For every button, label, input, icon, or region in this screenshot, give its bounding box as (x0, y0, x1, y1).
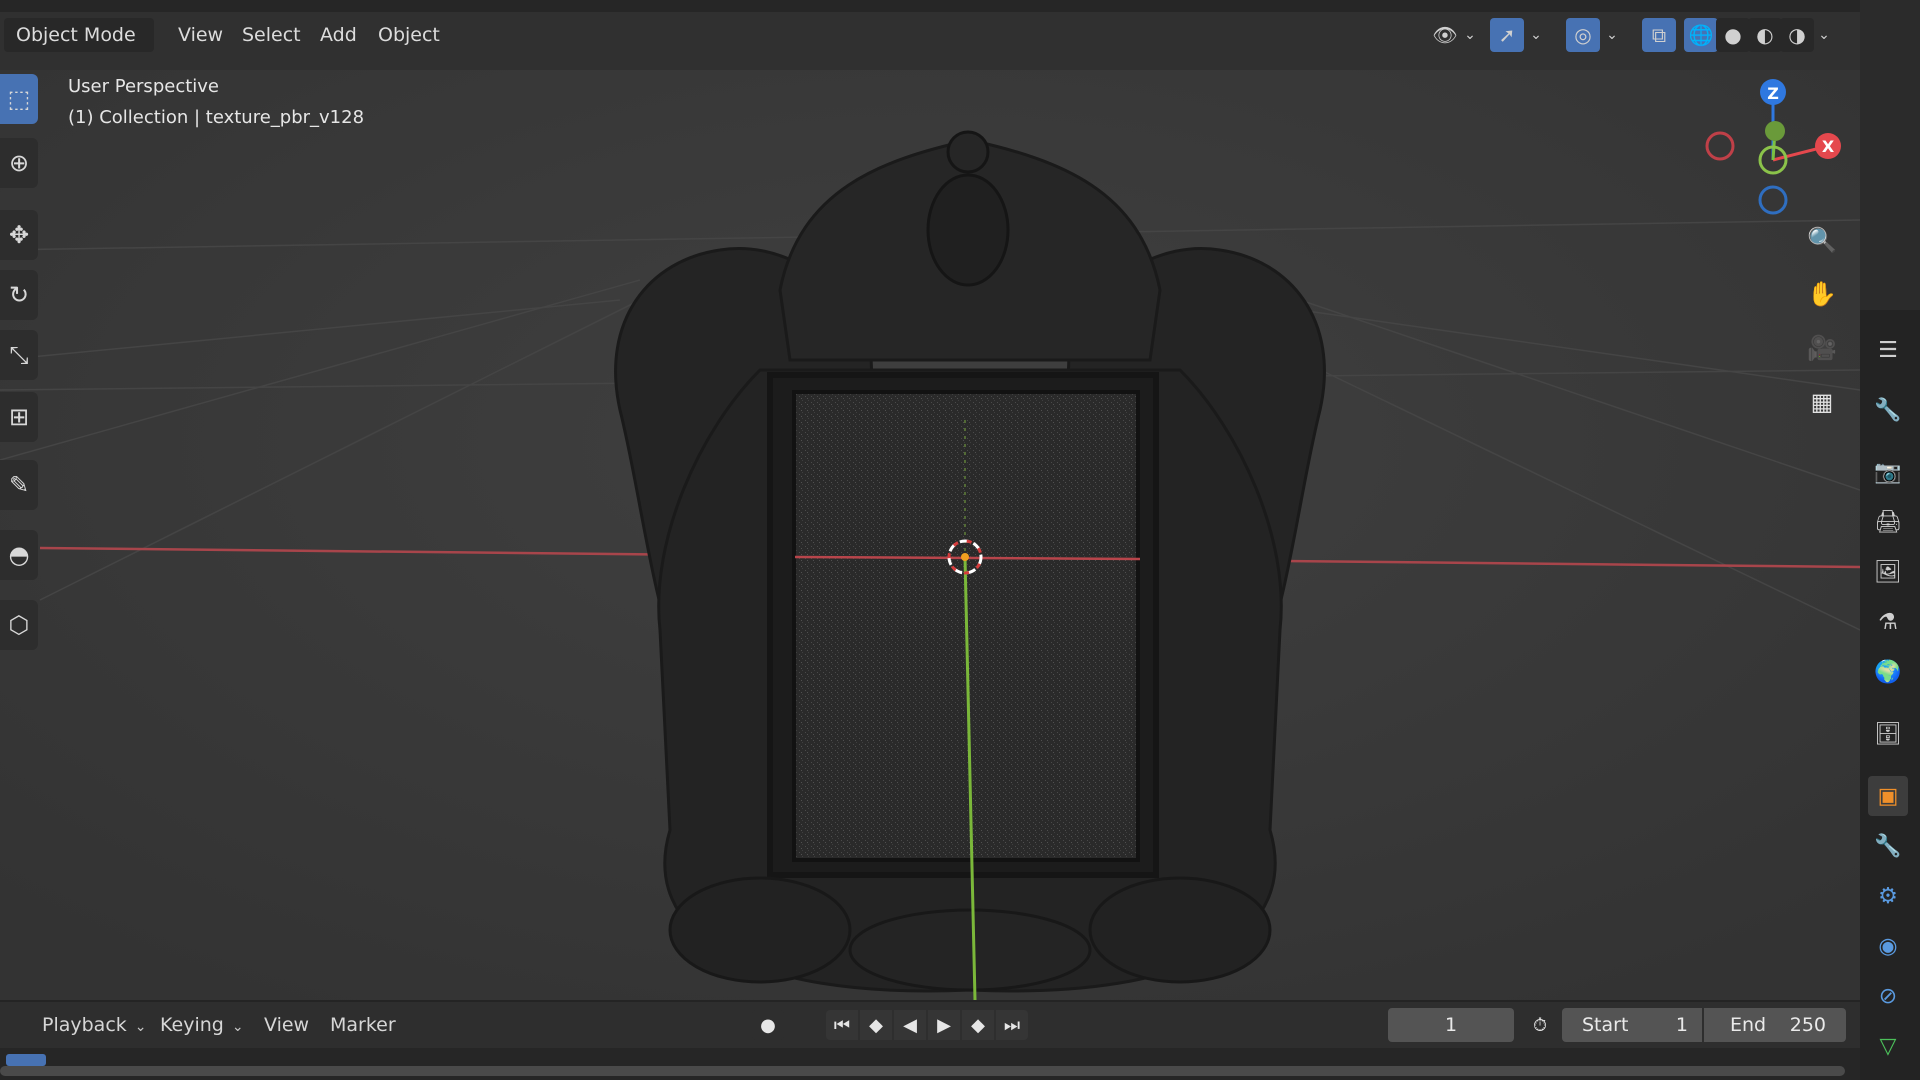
cursor-icon[interactable]: ⊕ (0, 138, 38, 188)
menu-select[interactable]: Select (230, 18, 313, 52)
chevron-down-icon[interactable]: ⌄ (1526, 18, 1546, 52)
transform-icon[interactable]: ⊞ (0, 392, 38, 442)
scene-render (0, 70, 1860, 1000)
mode-dropdown[interactable]: Object Mode⌄ (4, 18, 154, 79)
modifier-icon[interactable]: 🔧 (1868, 826, 1908, 866)
xray-icon[interactable]: ⧉ (1642, 18, 1676, 52)
select-box-icon[interactable]: ⬚ (0, 74, 38, 124)
gizmo-z-label[interactable]: Z (1760, 80, 1786, 106)
particles-icon[interactable]: ⚙ (1868, 876, 1908, 916)
annotate-icon[interactable]: ✎ (0, 460, 38, 510)
jump-start-icon[interactable]: ⏮ (826, 1010, 858, 1040)
start-value: 1 (1675, 1014, 1688, 1036)
chevron-down-icon: ⌄ (231, 1019, 244, 1035)
jump-end-icon[interactable]: ⏭ (996, 1010, 1028, 1040)
3d-viewport[interactable] (0, 70, 1860, 1000)
outliner-filter-icon[interactable]: ☰ (1868, 330, 1908, 370)
top-strip (0, 0, 1860, 12)
play-reverse-icon[interactable]: ◀ (894, 1010, 926, 1040)
gizmo-toggle-icon[interactable]: ➚ (1490, 18, 1524, 52)
menu-playback[interactable]: Playback ⌄ (32, 1008, 157, 1042)
material-shading-icon[interactable]: ◐ (1748, 18, 1782, 52)
collection-icon[interactable]: 🗄 (1868, 714, 1908, 754)
view-layer-icon[interactable]: 🖼 (1868, 552, 1908, 592)
pan-hand-icon[interactable]: ✋ (1800, 272, 1844, 316)
physics-icon[interactable]: ◉ (1868, 926, 1908, 966)
collection-label: (1) Collection | texture_pbr_v128 (68, 107, 365, 128)
overlays-icon[interactable]: ◎ (1566, 18, 1600, 52)
menu-marker[interactable]: Marker (320, 1008, 406, 1042)
start-frame-field[interactable]: Start 1 (1562, 1008, 1702, 1042)
zoom-icon[interactable]: 🔍 (1800, 218, 1844, 262)
properties-top (1860, 0, 1920, 310)
tool-icon[interactable]: 🔧 (1868, 390, 1908, 430)
prev-keyframe-icon[interactable]: ◆ (860, 1010, 892, 1040)
grid-icon[interactable]: ▦ (1800, 380, 1844, 424)
rotate-icon[interactable]: ↻ (0, 270, 38, 320)
output-icon[interactable]: 🖨 (1868, 502, 1908, 542)
next-keyframe-icon[interactable]: ◆ (962, 1010, 994, 1040)
play-icon[interactable]: ▶ (928, 1010, 960, 1040)
menu-object[interactable]: Object (366, 18, 452, 52)
end-label: End (1730, 1014, 1767, 1036)
timeline-scrollbar[interactable] (0, 1066, 1845, 1076)
measure-icon[interactable]: ◓ (0, 530, 38, 580)
camera-icon[interactable]: 🎥 (1800, 326, 1844, 370)
scale-icon[interactable]: ⤡ (0, 330, 38, 380)
visibility-icon[interactable]: 👁 (1428, 18, 1462, 52)
record-icon[interactable]: ● (752, 1010, 784, 1040)
wireframe-shading-icon[interactable]: 🌐 (1684, 18, 1718, 52)
start-label: Start (1582, 1014, 1629, 1036)
world-icon[interactable]: 🌍 (1868, 652, 1908, 692)
render-icon[interactable]: 📷 (1868, 452, 1908, 492)
current-frame-field[interactable]: 1 (1388, 1008, 1514, 1042)
chevron-down-icon[interactable]: ⌄ (1460, 18, 1480, 52)
move-icon[interactable]: ✥ (0, 210, 38, 260)
solid-shading-icon[interactable]: ● (1716, 18, 1750, 52)
rendered-shading-icon[interactable]: ◑ (1780, 18, 1814, 52)
ornate-frame-model (614, 130, 1326, 993)
end-frame-field[interactable]: End 250 (1704, 1008, 1846, 1042)
menu-keying[interactable]: Keying ⌄ (150, 1008, 254, 1042)
chevron-down-icon: ⌄ (134, 1019, 147, 1035)
perspective-label: User Perspective (68, 76, 219, 97)
stopwatch-icon[interactable]: ⏱ (1524, 1010, 1556, 1040)
gizmo-x-label[interactable]: X (1815, 133, 1841, 159)
chevron-down-icon[interactable]: ⌄ (1814, 18, 1834, 52)
scene-icon[interactable]: ⚗ (1868, 602, 1908, 642)
playback-label: Playback (42, 1014, 127, 1036)
keying-label: Keying (160, 1014, 224, 1036)
chevron-down-icon[interactable]: ⌄ (1602, 18, 1622, 52)
playhead[interactable] (6, 1054, 46, 1066)
constraints-icon[interactable]: ⊘ (1868, 976, 1908, 1016)
mode-label: Object Mode (16, 24, 136, 46)
object-icon[interactable]: ▣ (1868, 776, 1908, 816)
add-cube-icon[interactable]: ⬡ (0, 600, 38, 650)
menu-add[interactable]: Add (308, 18, 369, 52)
data-icon[interactable]: ▽ (1868, 1026, 1908, 1066)
menu-timeline-view[interactable]: View (254, 1008, 319, 1042)
menu-view[interactable]: View (166, 18, 235, 52)
end-value: 250 (1789, 1014, 1826, 1036)
